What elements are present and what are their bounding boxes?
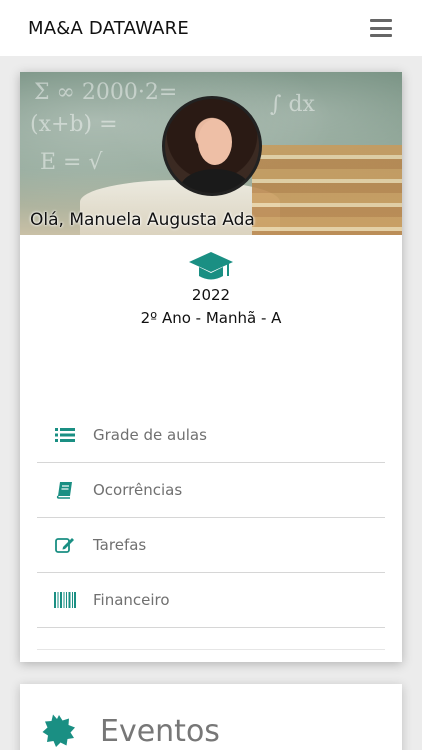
book-stack-illustration	[252, 145, 402, 235]
school-year: 2022	[191, 286, 231, 304]
greeting-text: Olá, Manuela Augusta Ada	[30, 210, 255, 230]
profile-card: Σ ∞ 2000·2= (x+b) = E = √ ∫ dx Olá, Manu…	[20, 72, 402, 662]
menu-item-label: Tarefas	[93, 536, 147, 554]
menu-item-financeiro[interactable]: Financeiro	[37, 573, 385, 628]
book-icon	[56, 482, 72, 499]
menu-divider	[37, 628, 385, 650]
profile-banner: Σ ∞ 2000·2= (x+b) = E = √ ∫ dx Olá, Manu…	[20, 72, 402, 235]
menu-item-grade-de-aulas[interactable]: Grade de aulas	[37, 408, 385, 463]
top-bar: MA&A DATAWARE	[0, 0, 422, 56]
menu-item-label: Ocorrências	[93, 481, 183, 499]
chalk-scribble: ∫ dx	[270, 92, 315, 117]
events-card[interactable]: Eventos	[20, 684, 402, 750]
hamburger-menu-icon[interactable]	[370, 19, 392, 37]
menu-item-ocorrencias[interactable]: Ocorrências	[37, 463, 385, 518]
avatar	[162, 96, 262, 196]
menu-item-tarefas[interactable]: Tarefas	[37, 518, 385, 573]
badge-icon	[42, 714, 75, 747]
brand-title: MA&A DATAWARE	[28, 17, 189, 39]
barcode-icon	[54, 592, 76, 608]
chalk-scribble: (x+b) =	[30, 112, 118, 137]
menu-item-label: Financeiro	[93, 591, 170, 609]
menu-item-label: Grade de aulas	[93, 426, 207, 444]
chalk-scribble: E = √	[40, 150, 103, 175]
list-icon	[55, 428, 75, 442]
student-menu: Grade de aulas Ocorrências Tarefas Finan…	[37, 408, 385, 650]
events-title: Eventos	[100, 714, 220, 749]
graduation-cap-icon	[189, 252, 233, 280]
class-info: 2º Ano - Manhã - A	[140, 309, 282, 327]
chalk-scribble: Σ ∞ 2000·2=	[34, 80, 178, 105]
edit-icon	[55, 538, 74, 553]
